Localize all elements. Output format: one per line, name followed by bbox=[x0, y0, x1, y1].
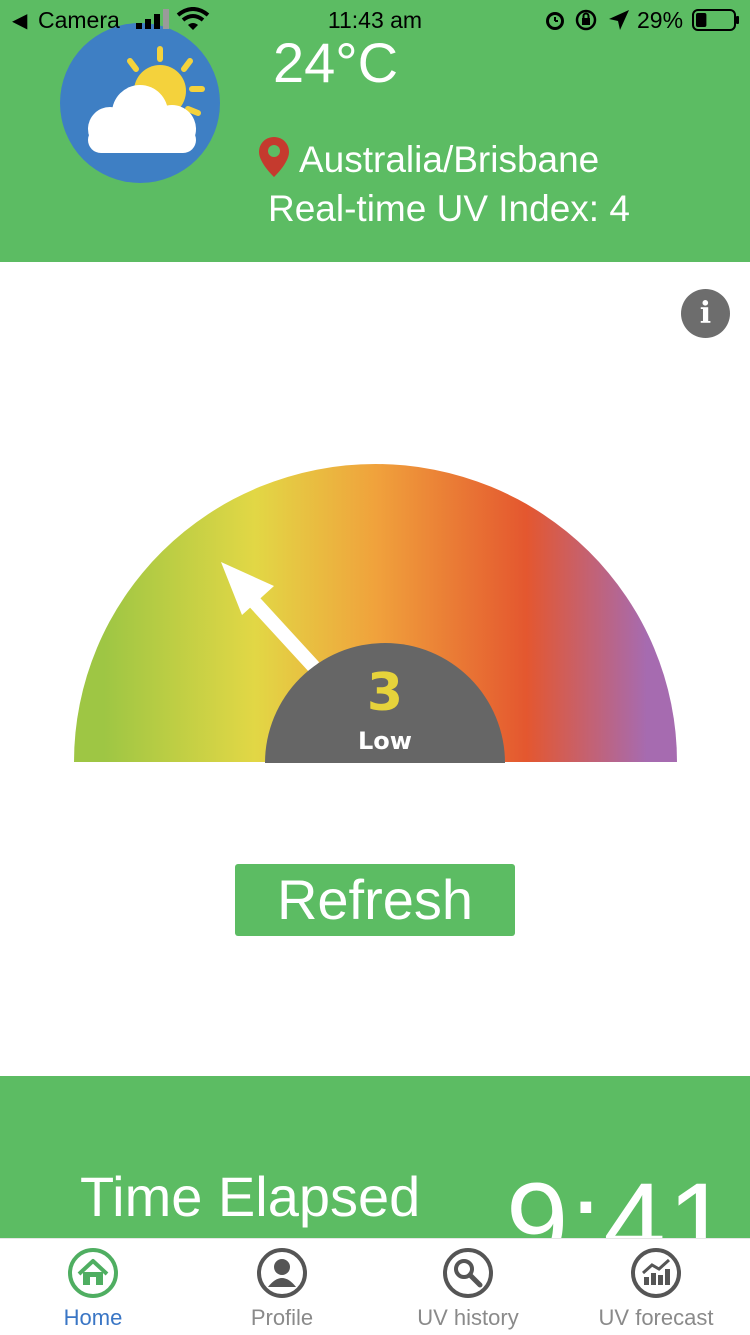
bottom-nav: Home Profile UV history UV forecast bbox=[0, 1238, 750, 1335]
battery-icon bbox=[692, 9, 739, 31]
time-elapsed-label: Time Elapsed bbox=[80, 1165, 421, 1228]
nav-label-uv-history: UV history bbox=[417, 1305, 519, 1330]
nav-item-uv-history[interactable]: UV history bbox=[393, 1239, 543, 1335]
location-text: Australia/Brisbane bbox=[299, 139, 600, 180]
gauge-level: Low bbox=[358, 727, 412, 755]
alarm-icon bbox=[546, 12, 564, 30]
orientation-lock-icon bbox=[575, 9, 597, 31]
refresh-button[interactable]: Refresh bbox=[235, 864, 515, 936]
gauge-value: 3 bbox=[367, 663, 403, 723]
nav-item-uv-forecast[interactable]: UV forecast bbox=[575, 1239, 737, 1335]
battery-percent: 29% bbox=[637, 7, 684, 33]
profile-icon bbox=[257, 1248, 307, 1298]
partly-sunny-icon bbox=[60, 23, 220, 183]
nav-label-profile: Profile bbox=[250, 1305, 314, 1330]
uv-gauge: 3 Low bbox=[74, 464, 677, 763]
nav-label-uv-forecast: UV forecast bbox=[598, 1305, 714, 1330]
nav-item-profile[interactable]: Profile bbox=[207, 1239, 357, 1335]
timer-section: Time Elapsed 9:41 bbox=[0, 1076, 750, 1238]
realtime-uv-index: Real-time UV Index: 4 bbox=[268, 188, 630, 229]
nav-item-home[interactable]: Home bbox=[18, 1239, 168, 1335]
uv-forecast-icon bbox=[631, 1248, 681, 1298]
uv-history-icon bbox=[443, 1248, 493, 1298]
home-icon bbox=[68, 1248, 118, 1298]
nav-label-home: Home bbox=[63, 1305, 123, 1330]
location-pin-icon bbox=[259, 137, 289, 177]
time-elapsed-value: 9:41 bbox=[506, 1160, 732, 1238]
info-button[interactable]: i bbox=[681, 289, 730, 338]
location-arrow-icon bbox=[609, 10, 629, 30]
status-bar: ◀ Camera 11:43 am 29% bbox=[0, 0, 750, 40]
